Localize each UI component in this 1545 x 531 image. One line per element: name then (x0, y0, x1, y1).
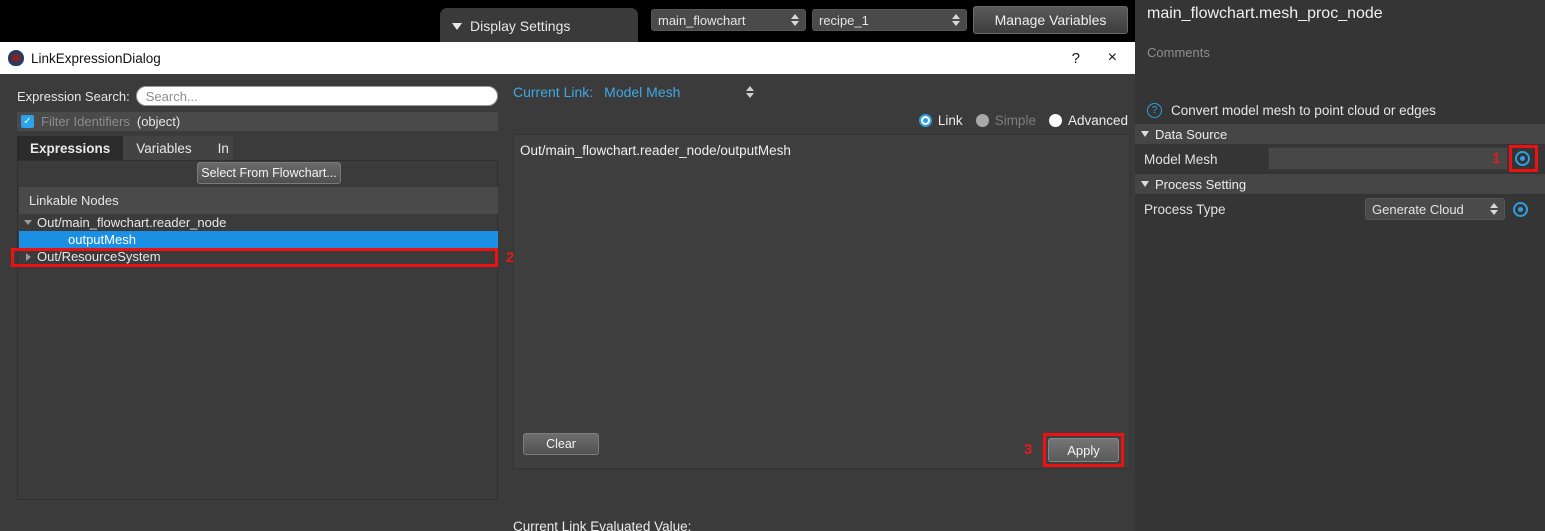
filter-identifiers-row: ✓ Filter Identifiers (object) (17, 112, 498, 131)
filter-identifiers-checkbox[interactable]: ✓ (21, 115, 34, 128)
dialog-body: Expression Search: Search... ✓ Filter Id… (0, 74, 1135, 531)
inspector-panel: main_flowchart.mesh_proc_node Comments ?… (1135, 0, 1545, 531)
comments-field[interactable]: Comments (1147, 45, 1210, 60)
tree-item-label: Out/main_flowchart.reader_node (37, 215, 227, 230)
app-logo-icon (8, 50, 24, 66)
clear-button-label: Clear (546, 437, 576, 451)
recipe-select[interactable]: recipe_1 (812, 9, 967, 31)
radio-dot-icon (975, 114, 989, 127)
section-header-data-source-label: Data Source (1155, 126, 1228, 142)
linkable-nodes-header-label: Linkable Nodes (29, 193, 119, 208)
annotation-highlight-1 (1509, 145, 1538, 172)
process-type-select[interactable]: Generate Cloud (1365, 198, 1505, 220)
close-icon[interactable]: × (1108, 49, 1117, 67)
dialog-tabstrip: Expressions Variables In (17, 136, 498, 160)
tree-item-label: outputMesh (68, 232, 136, 247)
help-button[interactable]: ? (1072, 50, 1080, 67)
node-description: ? Convert model mesh to point cloud or e… (1147, 103, 1436, 118)
tree-item-reader-node[interactable]: Out/main_flowchart.reader_node (19, 214, 498, 231)
chevron-down-icon[interactable] (19, 220, 37, 225)
filter-identifiers-value: (object) (136, 114, 181, 129)
tab-variables[interactable]: Variables (123, 136, 205, 160)
section-header-data-source[interactable]: Data Source (1135, 124, 1545, 144)
spinner-icon[interactable] (746, 86, 755, 98)
annotation-marker-3: 3 (1024, 441, 1033, 458)
mode-radio-group: Link Simple Advanced (918, 113, 1128, 128)
expression-search-row: Expression Search: Search... (17, 86, 498, 106)
chevron-down-icon (452, 22, 462, 30)
annotation-marker-1: 1 (1492, 150, 1501, 167)
expression-text: Out/main_flowchart.reader_node/outputMes… (520, 143, 791, 158)
expression-editor[interactable]: Out/main_flowchart.reader_node/outputMes… (513, 134, 1130, 469)
tab-display-settings[interactable]: Display Settings (440, 8, 638, 44)
annotation-highlight-2 (11, 248, 498, 267)
radio-dot-icon (918, 114, 932, 127)
property-label-model-mesh: Model Mesh (1144, 151, 1218, 167)
chevron-down-icon (1141, 131, 1149, 137)
tab-in[interactable]: In (204, 136, 233, 160)
spinner-icon (952, 14, 960, 26)
radio-advanced[interactable]: Advanced (1048, 113, 1128, 128)
help-circle-icon[interactable]: ? (1147, 103, 1162, 118)
node-description-text: Convert model mesh to point cloud or edg… (1171, 103, 1436, 118)
select-from-flowchart-label: Select From Flowchart... (201, 166, 337, 180)
select-from-flowchart-button[interactable]: Select From Flowchart... (197, 162, 341, 184)
expressions-tab-panel: Select From Flowchart... Linkable Nodes … (17, 160, 498, 500)
process-type-select-value: Generate Cloud (1372, 201, 1464, 217)
current-link-label: Current Link: (513, 84, 594, 100)
annotation-marker-2: 2 (506, 249, 515, 266)
annotation-highlight-3 (1043, 433, 1124, 467)
flowchart-select[interactable]: main_flowchart (651, 9, 806, 31)
flowchart-select-value: main_flowchart (658, 12, 746, 28)
section-header-process-setting[interactable]: Process Setting (1135, 174, 1545, 194)
radio-advanced-label: Advanced (1067, 113, 1128, 128)
tab-in-label: In (217, 140, 229, 156)
section-header-process-setting-label: Process Setting (1155, 176, 1247, 192)
linkable-nodes-header: Linkable Nodes (19, 187, 498, 214)
model-mesh-input[interactable] (1268, 147, 1508, 170)
expression-search-label: Expression Search: (17, 88, 130, 104)
current-link-row: Current Link: Model Mesh (513, 84, 755, 100)
dialog-left-pane: Expression Search: Search... ✓ Filter Id… (8, 86, 503, 500)
radio-simple: Simple (975, 113, 1036, 128)
property-label-process-type: Process Type (1144, 201, 1226, 217)
manage-variables-label: Manage Variables (994, 12, 1107, 28)
evaluated-value-label: Current Link Evaluated Value: (513, 519, 692, 531)
dialog-title: LinkExpressionDialog (31, 50, 161, 66)
process-type-link-icon[interactable] (1513, 202, 1528, 217)
radio-dot-icon (1048, 114, 1062, 127)
tree-item-outputmesh[interactable]: outputMesh (19, 231, 498, 248)
radio-link[interactable]: Link (918, 113, 963, 128)
tab-expressions[interactable]: Expressions (17, 136, 124, 160)
recipe-select-value: recipe_1 (819, 12, 869, 28)
link-expression-dialog: LinkExpressionDialog ? × Expression Sear… (0, 42, 1135, 531)
dialog-right-pane: Current Link: Model Mesh Link Simple Adv… (508, 74, 1135, 531)
chevron-down-icon (1141, 181, 1149, 187)
spinner-icon (791, 14, 799, 26)
clear-button[interactable]: Clear (523, 433, 599, 455)
filter-identifiers-label: Filter Identifiers (41, 114, 130, 129)
manage-variables-button[interactable]: Manage Variables (973, 6, 1128, 34)
screen: Display Settings main_flowchart recipe_1… (0, 0, 1545, 531)
dialog-titlebar: LinkExpressionDialog ? × (0, 42, 1135, 74)
page-title: main_flowchart.mesh_proc_node (1147, 5, 1383, 22)
tab-expressions-label: Expressions (30, 140, 111, 156)
radio-link-label: Link (937, 113, 963, 128)
search-input[interactable]: Search... (135, 86, 498, 106)
current-link-value[interactable]: Model Mesh (604, 84, 680, 100)
spinner-icon (1490, 203, 1498, 215)
radio-simple-label: Simple (994, 113, 1036, 128)
tab-display-settings-label: Display Settings (470, 18, 571, 34)
tab-variables-label: Variables (136, 140, 192, 156)
